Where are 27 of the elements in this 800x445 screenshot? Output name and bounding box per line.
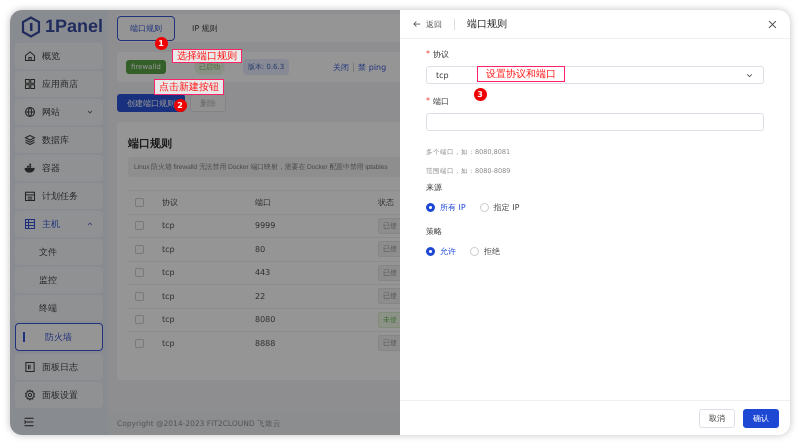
table-cell: tcp: [162, 315, 175, 324]
required-mark: *: [426, 49, 430, 60]
field-label: 协议: [433, 49, 449, 60]
table-cell: tcp: [162, 244, 175, 254]
table-cell: 8888: [255, 338, 276, 348]
column-header: 端口: [255, 198, 271, 207]
table-cell: tcp: [162, 292, 175, 301]
table-cell: 22: [255, 292, 266, 301]
group-label: 来源: [426, 183, 442, 192]
table-cell: 443: [255, 268, 270, 278]
table-cell: 9999: [255, 221, 276, 230]
drawer-title: 端口规则: [467, 18, 508, 31]
logo-text: 1Panel: [44, 16, 103, 37]
annotation-label: 设置协议和端口: [477, 66, 565, 82]
table-cell: tcp: [162, 221, 175, 230]
annotation-label: 选择端口规则: [172, 49, 242, 63]
group-label: 策略: [426, 227, 442, 236]
table-cell: 8080: [255, 315, 276, 324]
column-header: 协议: [162, 198, 178, 207]
table-title: 端口规则: [128, 136, 172, 152]
table-cell: tcp: [162, 338, 175, 348]
table-cell: 80: [255, 244, 266, 254]
field-label: 端口: [433, 96, 449, 107]
annotation-label: 点击新建按钮: [154, 79, 224, 95]
required-mark: *: [426, 96, 430, 107]
column-header: 状态: [378, 198, 394, 207]
table-cell: tcp: [162, 268, 175, 278]
